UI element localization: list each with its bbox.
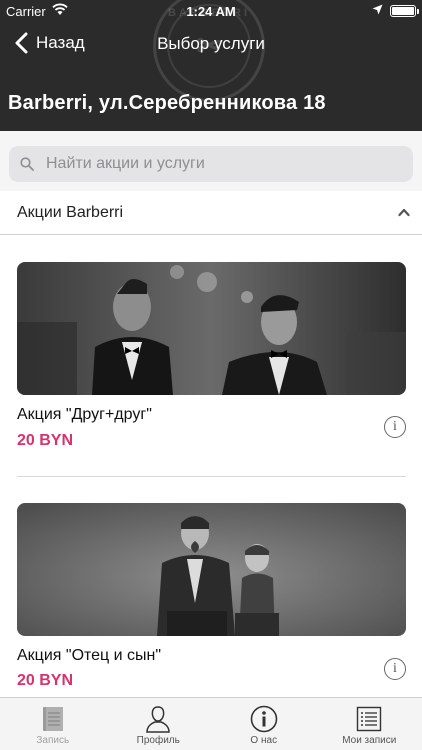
- section-title: Акции Barberri: [17, 203, 124, 221]
- chevron-up-icon[interactable]: [398, 207, 410, 217]
- tab-label: О нас: [250, 735, 278, 746]
- location-arrow-icon: [372, 4, 383, 15]
- page-title: Выбор услуги: [157, 34, 265, 53]
- promotion-title: Акция "Друг+друг": [17, 406, 152, 423]
- tab-label: Мои записи: [342, 735, 397, 746]
- promotions-section-header[interactable]: Акции Barberri: [0, 191, 422, 235]
- promotion-price: 20 BYN: [17, 432, 74, 449]
- promotion-price: 20 BYN: [17, 672, 74, 689]
- divider: [17, 476, 406, 477]
- tab-booking[interactable]: Запись: [0, 698, 106, 750]
- search-input[interactable]: [46, 155, 386, 173]
- clock: 1:24 AM: [186, 4, 236, 19]
- tab-label: Запись: [36, 735, 70, 746]
- tab-profile[interactable]: Профиль: [106, 698, 212, 750]
- promotion-image-father-son[interactable]: [17, 503, 406, 636]
- document-icon: [42, 707, 63, 731]
- promotion-image-two-men[interactable]: [17, 262, 406, 395]
- tab-about[interactable]: О нас: [211, 698, 317, 750]
- tab-bar: Запись Профиль О нас Мои записи: [0, 697, 422, 750]
- info-icon: i: [393, 419, 397, 434]
- salon-name: Barberri, ул.Серебренникова 18: [8, 92, 326, 114]
- father-and-son-photo: [17, 503, 406, 636]
- list-icon: [357, 706, 382, 732]
- header: BARBERRI ✂ Carrier 1:24 AM Назад Выбор у…: [0, 0, 422, 131]
- tab-label: Профиль: [136, 735, 180, 746]
- info-button[interactable]: i: [384, 416, 406, 438]
- info-button[interactable]: i: [384, 658, 406, 680]
- search-icon: [20, 157, 34, 171]
- info-icon: [250, 705, 278, 733]
- search-area: [0, 131, 422, 191]
- profile-icon: [146, 706, 171, 733]
- search-bar[interactable]: [9, 146, 413, 182]
- tab-my-bookings[interactable]: Мои записи: [317, 698, 422, 750]
- info-icon: i: [393, 661, 397, 676]
- promotion-title: Акция "Отец и сын": [17, 647, 162, 664]
- battery-icon: [390, 5, 419, 17]
- two-men-in-tuxedos-photo: [17, 262, 406, 395]
- status-bar: Carrier 1:24 AM: [0, 0, 422, 22]
